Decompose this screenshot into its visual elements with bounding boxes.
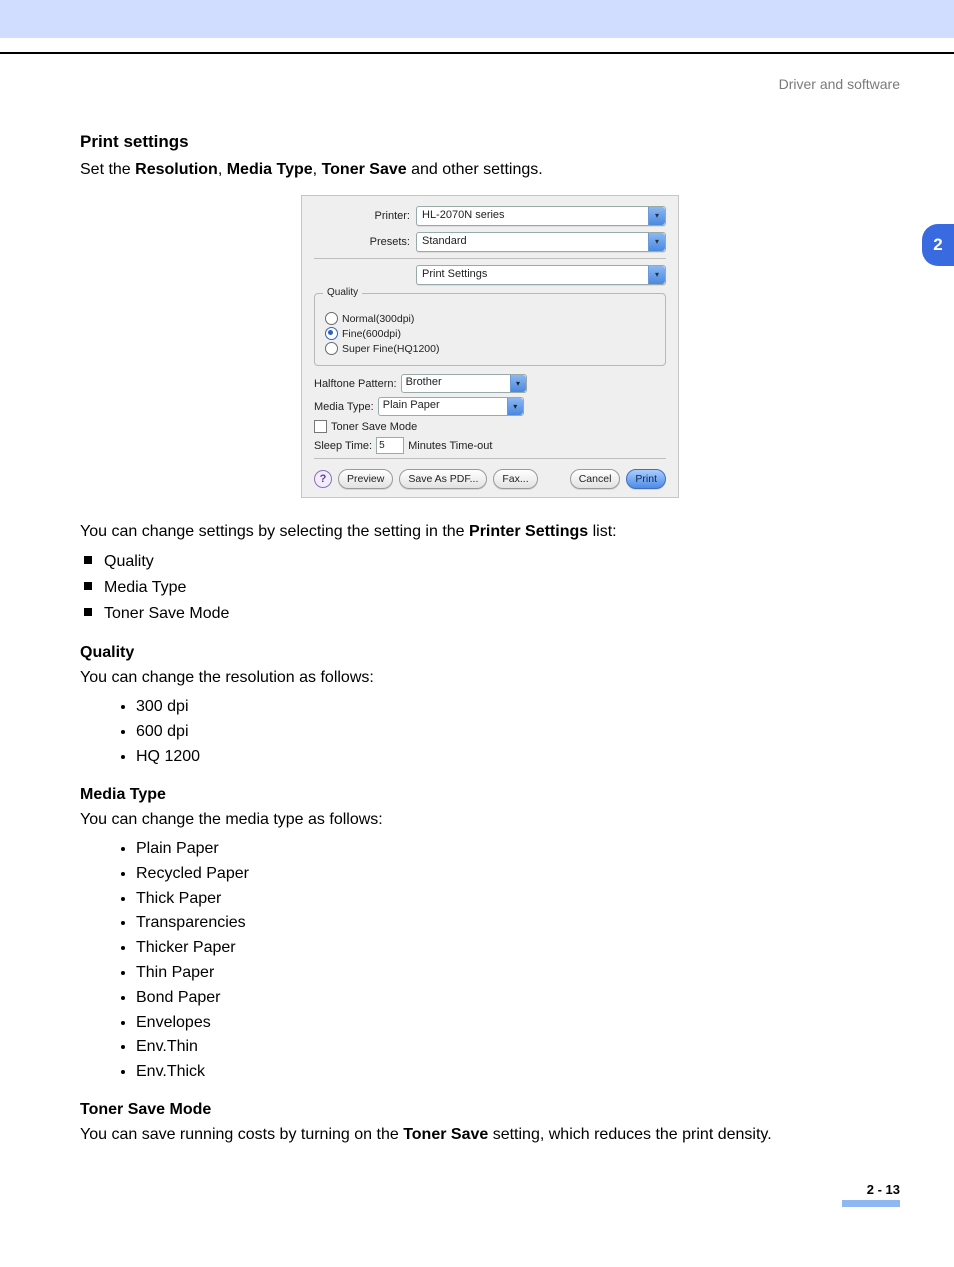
preview-button[interactable]: Preview	[338, 469, 393, 489]
heading-mediatype: Media Type	[80, 786, 900, 804]
panel-select[interactable]: Print Settings ▾	[416, 265, 666, 285]
list-item: Thin Paper	[136, 961, 900, 986]
cancel-button[interactable]: Cancel	[570, 469, 621, 489]
intro-bold-2: Media Type	[227, 161, 313, 178]
list-item: Thicker Paper	[136, 936, 900, 961]
list-item: Thick Paper	[136, 887, 900, 912]
panel-value: Print Settings	[422, 268, 487, 280]
intro-sep-1: ,	[218, 161, 227, 178]
heading-print-settings: Print settings	[80, 132, 900, 152]
sleep-time-input[interactable]: 5	[376, 437, 404, 454]
printer-select[interactable]: HL-2070N series ▾	[416, 206, 666, 226]
intro-pre: Set the	[80, 161, 135, 178]
radio-fine-label: Fine(600dpi)	[342, 328, 401, 340]
label-printer: Printer:	[314, 210, 416, 222]
toner-bold: Toner Save	[403, 1126, 488, 1143]
presets-select[interactable]: Standard ▾	[416, 232, 666, 252]
list-item: Recycled Paper	[136, 862, 900, 887]
toner-post: setting, which reduces the print density…	[488, 1126, 771, 1143]
intro-line: Set the Resolution, Media Type, Toner Sa…	[80, 158, 900, 181]
print-button[interactable]: Print	[626, 469, 666, 489]
toner-save-checkbox[interactable]	[314, 420, 327, 433]
list-item: HQ 1200	[136, 745, 900, 770]
list-item: Bond Paper	[136, 986, 900, 1011]
heading-quality: Quality	[80, 644, 900, 662]
halftone-value: Brother	[406, 376, 442, 388]
label-sleep-time: Sleep Time:	[314, 440, 372, 452]
halftone-select[interactable]: Brother ▾	[401, 374, 527, 393]
dropdown-arrow-icon: ▾	[648, 233, 665, 251]
after-post: list:	[588, 523, 616, 540]
page-number: 2 - 13	[80, 1182, 900, 1207]
intro-bold-3: Toner Save	[322, 161, 407, 178]
quality-text: You can change the resolution as follows…	[80, 666, 900, 689]
label-presets: Presets:	[314, 236, 416, 248]
heading-toner: Toner Save Mode	[80, 1101, 900, 1119]
header-band	[0, 0, 954, 38]
quality-group: Quality Normal(300dpi) Fine(600dpi) Supe…	[314, 293, 666, 366]
label-mediatype: Media Type:	[314, 401, 374, 413]
divider	[314, 258, 666, 259]
list-item: Plain Paper	[136, 837, 900, 862]
list-item: Media Type	[104, 575, 900, 601]
after-dialog-line: You can change settings by selecting the…	[80, 520, 900, 543]
list-item: Env.Thick	[136, 1060, 900, 1085]
page-number-bar	[842, 1200, 900, 1207]
quality-list: 300 dpi 600 dpi HQ 1200	[80, 695, 900, 769]
toner-text: You can save running costs by turning on…	[80, 1123, 900, 1146]
mediatype-value: Plain Paper	[383, 399, 440, 411]
printer-settings-list: Quality Media Type Toner Save Mode	[80, 549, 900, 626]
printer-value: HL-2070N series	[422, 209, 505, 221]
dropdown-arrow-icon: ▾	[510, 375, 526, 392]
after-pre: You can change settings by selecting the…	[80, 523, 469, 540]
label-halftone: Halftone Pattern:	[314, 378, 397, 390]
list-item: 300 dpi	[136, 695, 900, 720]
label-minutes: Minutes Time-out	[408, 440, 492, 452]
dropdown-arrow-icon: ▾	[648, 266, 665, 284]
list-item: Toner Save Mode	[104, 601, 900, 627]
radio-normal-label: Normal(300dpi)	[342, 313, 414, 325]
save-pdf-button[interactable]: Save As PDF...	[399, 469, 487, 489]
toner-pre: You can save running costs by turning on…	[80, 1126, 403, 1143]
dropdown-arrow-icon: ▾	[648, 207, 665, 225]
intro-bold-1: Resolution	[135, 161, 218, 178]
label-toner-save: Toner Save Mode	[331, 421, 417, 433]
intro-sep-2: ,	[313, 161, 322, 178]
intro-post: and other settings.	[407, 161, 543, 178]
breadcrumb: Driver and software	[80, 76, 900, 92]
after-bold: Printer Settings	[469, 523, 588, 540]
mediatype-select[interactable]: Plain Paper ▾	[378, 397, 524, 416]
list-item: 600 dpi	[136, 720, 900, 745]
mediatype-text: You can change the media type as follows…	[80, 808, 900, 831]
dropdown-arrow-icon: ▾	[507, 398, 523, 415]
help-icon[interactable]: ?	[314, 470, 332, 488]
list-item: Envelopes	[136, 1011, 900, 1036]
presets-value: Standard	[422, 235, 467, 247]
fax-button[interactable]: Fax...	[493, 469, 537, 489]
quality-legend: Quality	[323, 287, 362, 298]
list-item: Quality	[104, 549, 900, 575]
list-item: Env.Thin	[136, 1035, 900, 1060]
chapter-tab: 2	[922, 224, 954, 266]
radio-superfine[interactable]	[325, 342, 338, 355]
radio-fine[interactable]	[325, 327, 338, 340]
print-settings-dialog: Printer: HL-2070N series ▾ Presets: Stan…	[301, 195, 679, 498]
mediatype-list: Plain Paper Recycled Paper Thick Paper T…	[80, 837, 900, 1085]
radio-normal[interactable]	[325, 312, 338, 325]
divider	[314, 458, 666, 459]
radio-superfine-label: Super Fine(HQ1200)	[342, 343, 439, 355]
list-item: Transparencies	[136, 911, 900, 936]
